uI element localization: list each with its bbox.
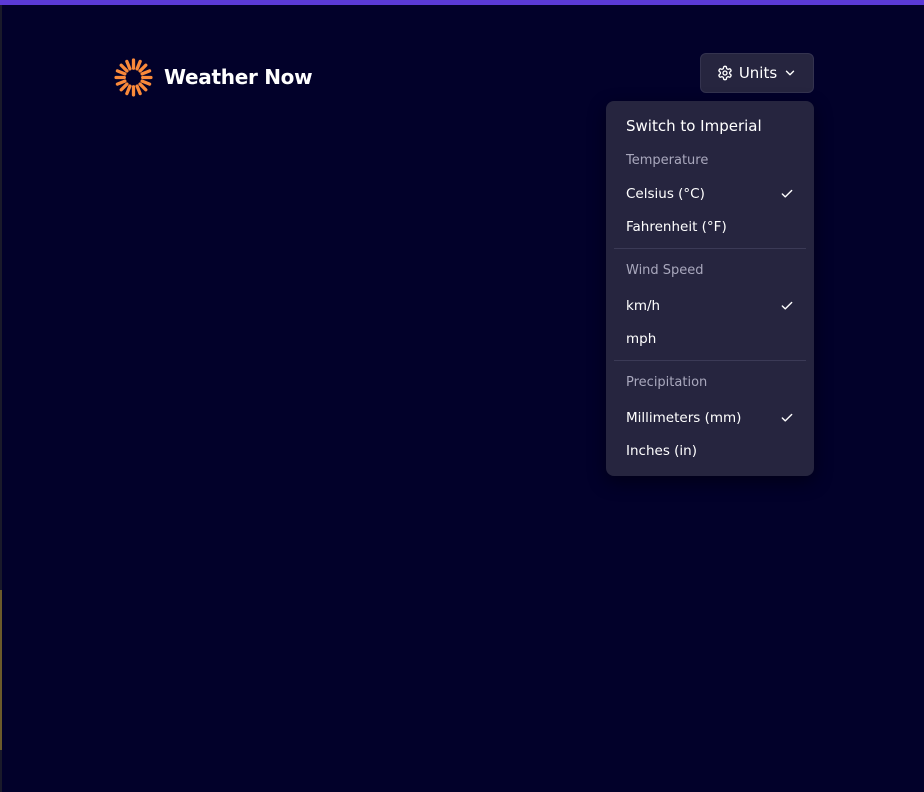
check-icon bbox=[781, 189, 793, 198]
option-inches[interactable]: Inches (in) bbox=[614, 436, 806, 466]
wind-speed-heading: Wind Speed bbox=[626, 263, 704, 278]
option-fahrenheit[interactable]: Fahrenheit (°F) bbox=[614, 212, 806, 242]
sun-logo-icon bbox=[113, 57, 154, 98]
option-label: mph bbox=[626, 331, 657, 347]
brand[interactable]: Weather Now bbox=[113, 57, 313, 98]
units-dropdown-menu: Switch to Imperial Temperature Celsius (… bbox=[606, 101, 814, 476]
option-label: Inches (in) bbox=[626, 443, 697, 459]
option-celsius[interactable]: Celsius (°C) bbox=[614, 179, 806, 209]
option-millimeters[interactable]: Millimeters (mm) bbox=[614, 403, 806, 433]
menu-divider bbox=[614, 360, 806, 361]
temperature-heading: Temperature bbox=[626, 153, 709, 168]
brand-name: Weather Now bbox=[164, 65, 313, 89]
chevron-down-icon bbox=[783, 66, 797, 80]
option-mph[interactable]: mph bbox=[614, 324, 806, 354]
units-button[interactable]: Units bbox=[700, 53, 814, 93]
option-label: Celsius (°C) bbox=[626, 186, 705, 202]
app-root: Weather Now Units Switch to Imperial Tem… bbox=[0, 0, 924, 792]
check-icon bbox=[781, 413, 793, 422]
option-label: Millimeters (mm) bbox=[626, 410, 742, 426]
option-kmh[interactable]: km/h bbox=[614, 291, 806, 321]
option-label: Fahrenheit (°F) bbox=[626, 219, 727, 235]
precipitation-heading: Precipitation bbox=[626, 375, 708, 390]
gear-icon bbox=[717, 65, 733, 81]
units-button-label: Units bbox=[738, 64, 778, 82]
menu-divider bbox=[614, 248, 806, 249]
check-icon bbox=[781, 301, 793, 310]
option-label: km/h bbox=[626, 298, 661, 314]
switch-to-imperial-item[interactable]: Switch to Imperial bbox=[626, 117, 762, 135]
